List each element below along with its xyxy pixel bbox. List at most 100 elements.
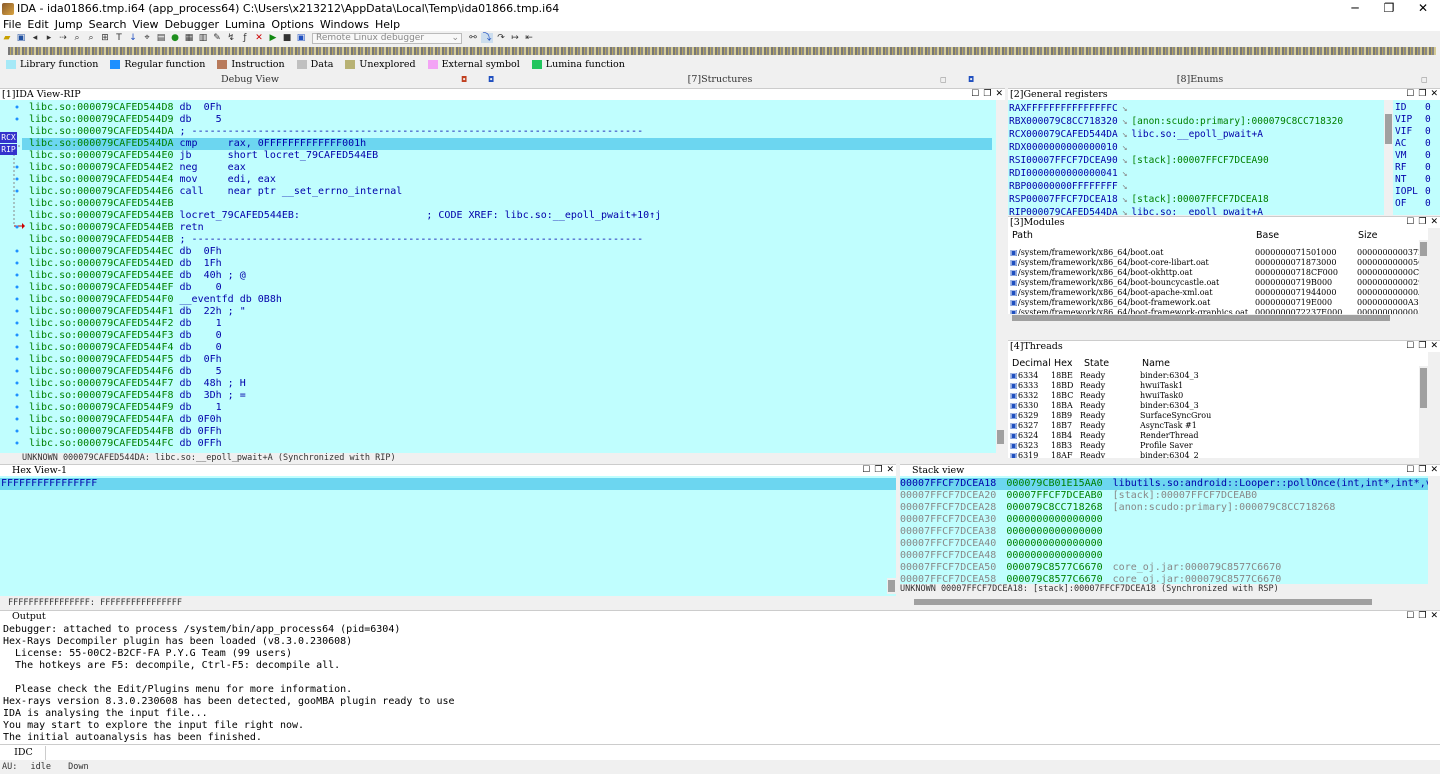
back-icon[interactable]: ◂ bbox=[29, 33, 41, 43]
module-path[interactable]: /system/framework/x86_64/boot-core-libar… bbox=[1018, 258, 1209, 268]
flag-row[interactable]: AC 0 bbox=[1395, 138, 1431, 150]
ida-line[interactable]: libc.so:000079CAFED544F5 db 0Fh bbox=[29, 354, 222, 366]
restore-icon[interactable]: ❐ bbox=[1418, 217, 1426, 227]
maximize-icon[interactable]: ☐ bbox=[862, 465, 870, 475]
ida-line[interactable]: libc.so:000079CAFED544F9 db 1 bbox=[29, 402, 222, 414]
menu-edit[interactable]: Edit bbox=[24, 18, 51, 31]
module-path[interactable]: /system/framework/x86_64/boot-okhttp.oat bbox=[1018, 268, 1193, 278]
scroll-thumb[interactable] bbox=[997, 430, 1004, 444]
register-row[interactable]: RDI0000000000000041 ↘ bbox=[1009, 167, 1131, 180]
enum-icon[interactable]: ▥ bbox=[197, 33, 209, 43]
ida-line[interactable]: libc.so:000079CAFED544F7 db 48h ; H bbox=[29, 378, 246, 390]
menu-options[interactable]: Options bbox=[268, 18, 316, 31]
menu-debugger[interactable]: Debugger bbox=[162, 18, 222, 31]
attach-icon[interactable]: ⚯ bbox=[467, 33, 479, 43]
close-icon[interactable]: ✕ bbox=[1430, 341, 1438, 351]
flag-row[interactable]: VIF 0 bbox=[1395, 126, 1431, 138]
return-icon[interactable]: ⇤ bbox=[523, 33, 535, 43]
threads-scrollbar[interactable] bbox=[1419, 366, 1428, 458]
float-icon[interactable]: ◘ bbox=[968, 75, 974, 84]
search-icon[interactable]: ⌕ bbox=[71, 33, 83, 43]
modules-col-size[interactable]: Size bbox=[1358, 230, 1378, 241]
registers-view[interactable]: RAXFFFFFFFFFFFFFFFC ↘ RBX000079C8CC718320 ↘… bbox=[1008, 100, 1393, 215]
threads-col-decimal[interactable]: Decimal bbox=[1012, 358, 1051, 369]
menu-windows[interactable]: Windows bbox=[317, 18, 372, 31]
flag-row[interactable]: RF 0 bbox=[1395, 162, 1431, 174]
modules-hscrollbar[interactable] bbox=[1008, 314, 1428, 322]
thread-decimal[interactable]: 6334 bbox=[1018, 371, 1038, 381]
maximize-icon[interactable]: ☐ bbox=[1406, 465, 1414, 475]
menu-view[interactable]: View bbox=[129, 18, 161, 31]
step-icon[interactable]: ⤵ bbox=[481, 33, 493, 43]
ida-line[interactable]: libc.so:000079CAFED544EE db 40h ; @ bbox=[29, 270, 246, 282]
ida-scrollbar[interactable] bbox=[996, 100, 1005, 453]
minimize-button[interactable]: ─ bbox=[1338, 0, 1372, 17]
navigation-band[interactable] bbox=[8, 47, 1436, 55]
module-path[interactable]: /system/framework/x86_64/boot-apache-xml… bbox=[1018, 288, 1213, 298]
ida-line[interactable]: libc.so:000079CAFED544F2 db 1 bbox=[29, 318, 222, 330]
restore-icon[interactable]: ❐ bbox=[1418, 341, 1426, 351]
close-icon[interactable]: ✕ bbox=[886, 465, 894, 475]
register-row[interactable]: RSP00007FFCF7DCEA18 ↘ [stack]:00007FFCF7DC… bbox=[1009, 193, 1269, 206]
threads-col-state[interactable]: State bbox=[1084, 358, 1109, 369]
thread-decimal[interactable]: 6333 bbox=[1018, 381, 1038, 391]
ida-line[interactable]: libc.so:000079CAFED544E6 call near ptr _… bbox=[29, 186, 402, 198]
menu-file[interactable]: File bbox=[0, 18, 24, 31]
register-row[interactable]: RSI00007FFCF7DCEA90 ↘ [stack]:00007FFCF7DC… bbox=[1009, 154, 1269, 167]
registers-scrollbar[interactable] bbox=[1384, 100, 1393, 215]
stack-row[interactable]: 00007FFCF7DCEA50 000079C8577C6670 core_oj.… bbox=[900, 562, 1281, 574]
threads-list[interactable]: Decimal Hex State Name ▣ 6334 18BE Ready bin… bbox=[1008, 352, 1428, 458]
menu-help[interactable]: Help bbox=[372, 18, 403, 31]
idc-language-button[interactable]: IDC bbox=[2, 746, 46, 760]
ida-line[interactable]: libc.so:000079CAFED544F8 db 3Dh ; = bbox=[29, 390, 246, 402]
ida-line[interactable]: libc.so:000079CAFED544EB ; -------------… bbox=[29, 234, 643, 246]
ida-line[interactable]: libc.so:000079CAFED544F0 __eventfd db 0B… bbox=[29, 294, 282, 306]
register-row[interactable]: RIP000079CAFED544DA ↘ libc.so:__epoll_pwai… bbox=[1009, 206, 1263, 215]
stack-view[interactable]: 00007FFCF7DCEA18 000079CB01E15AA0 libutils… bbox=[900, 476, 1428, 584]
flags-view[interactable]: ID 0 VIP 0 VIF 0 AC 0 VM 0 RF 0 NT 0 IOPL 0 OF 0 bbox=[1393, 100, 1440, 215]
tab-debug-view[interactable]: Debug View bbox=[0, 74, 500, 87]
maximize-icon[interactable]: ☐ bbox=[1406, 217, 1414, 227]
modules-col-path[interactable]: Path bbox=[1012, 230, 1033, 241]
scroll-thumb[interactable] bbox=[1420, 242, 1427, 256]
close-icon[interactable]: ✕ bbox=[995, 89, 1003, 99]
delete-icon[interactable]: ✕ bbox=[253, 33, 265, 43]
float-icon[interactable]: ◘ bbox=[488, 75, 494, 84]
stack-row[interactable]: 00007FFCF7DCEA40 0000000000000000 bbox=[900, 538, 1113, 550]
ida-line[interactable]: libc.so:000079CAFED544EF db 0 bbox=[29, 282, 222, 294]
close-icon[interactable]: ✕ bbox=[1430, 89, 1438, 99]
code-icon[interactable]: ⌖ bbox=[141, 33, 153, 43]
flag-row[interactable]: ID 0 bbox=[1395, 102, 1431, 114]
ida-line[interactable]: libc.so:000079CAFED544D9 db 5 bbox=[29, 114, 222, 126]
jump-icon[interactable]: ⇢ bbox=[57, 33, 69, 43]
maximize-icon[interactable]: ☐ bbox=[1406, 89, 1414, 99]
open-icon[interactable]: ▰ bbox=[1, 33, 13, 43]
module-path[interactable]: /system/framework/x86_64/boot-framework.… bbox=[1018, 298, 1210, 308]
stop-icon[interactable]: ■ bbox=[281, 33, 293, 43]
text-search-icon[interactable]: T bbox=[113, 33, 125, 43]
thread-decimal[interactable]: 6332 bbox=[1018, 391, 1038, 401]
scroll-thumb[interactable] bbox=[888, 580, 895, 592]
close-button[interactable]: ✕ bbox=[1406, 0, 1440, 17]
close-icon[interactable]: ✕ bbox=[1430, 217, 1438, 227]
restore-icon[interactable]: ❐ bbox=[1418, 611, 1426, 621]
thread-decimal[interactable]: 6323 bbox=[1018, 441, 1038, 451]
scroll-thumb[interactable] bbox=[1385, 114, 1392, 144]
ida-line[interactable]: libc.so:000079CAFED544ED db 1Fh bbox=[29, 258, 222, 270]
flag-row[interactable]: IOPL 0 bbox=[1395, 186, 1431, 198]
threads-col-name[interactable]: Name bbox=[1142, 358, 1170, 369]
ida-line[interactable]: libc.so:000079CAFED544F3 db 0 bbox=[29, 330, 222, 342]
menu-lumina[interactable]: Lumina bbox=[222, 18, 268, 31]
output-window[interactable]: Debugger: attached to process /system/bi… bbox=[0, 622, 1440, 744]
function-icon[interactable]: ƒ bbox=[239, 33, 251, 43]
scroll-thumb[interactable] bbox=[1012, 315, 1390, 321]
search-next-icon[interactable]: ⌕ bbox=[85, 33, 97, 43]
data-icon[interactable]: ▤ bbox=[155, 33, 167, 43]
ida-line[interactable]: libc.so:000079CAFED544EB locret_79CAFED5… bbox=[29, 210, 661, 222]
ida-line[interactable]: libc.so:000079CAFED544EB retn bbox=[29, 222, 204, 234]
thread-decimal[interactable]: 6327 bbox=[1018, 421, 1038, 431]
scroll-thumb[interactable] bbox=[1420, 368, 1427, 408]
close-icon[interactable]: ◻ bbox=[1421, 75, 1428, 84]
run-to-icon[interactable]: ↦ bbox=[509, 33, 521, 43]
patch-icon[interactable]: ✎ bbox=[211, 33, 223, 43]
